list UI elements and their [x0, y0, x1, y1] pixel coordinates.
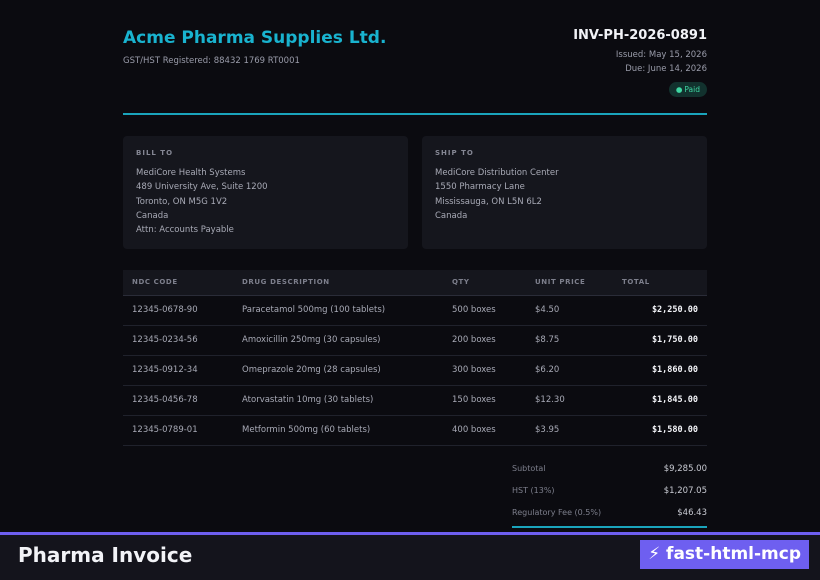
status-dot-icon: ● — [675, 85, 683, 94]
column-header-unit-price: UNIT PRICE — [535, 278, 586, 286]
cell-unit-price: $8.75 — [535, 335, 560, 345]
regulatory-fee-row: Regulatory Fee (0.5%) $46.43 — [504, 502, 707, 524]
status-label: Paid — [684, 85, 700, 94]
table-row: 12345-0912-34 Omeprazole 20mg (28 capsul… — [123, 356, 707, 386]
regulatory-fee-value: $46.43 — [677, 508, 707, 518]
footer-bar: Pharma Invoice ⚡ fast-html-mcp — [0, 532, 820, 580]
bill-to-line: Attn: Accounts Payable — [136, 225, 234, 236]
invoice-number: INV-PH-2026-0891 — [573, 28, 707, 43]
bill-to-card: BILL TO MediCore Health Systems 489 Univ… — [123, 136, 408, 249]
invoice-issued-date: Issued: May 15, 2026 — [615, 50, 707, 60]
summary-divider — [512, 526, 707, 528]
hst-value: $1,207.05 — [663, 486, 707, 496]
ship-to-card: SHIP TO MediCore Distribution Center 155… — [422, 136, 707, 249]
header-divider — [123, 113, 707, 115]
company-registration: GST/HST Registered: 88432 1769 RT0001 — [123, 56, 300, 66]
cell-ndc: 12345-0789-01 — [132, 425, 198, 435]
cell-description: Omeprazole 20mg (28 capsules) — [242, 365, 381, 375]
cell-description: Metformin 500mg (60 tablets) — [242, 425, 371, 435]
cell-total: $1,580.00 — [651, 425, 698, 435]
brand-badge: ⚡ fast-html-mcp — [640, 540, 809, 569]
status-badge: ● Paid — [668, 82, 707, 97]
table-row: 12345-0789-01 Metformin 500mg (60 tablet… — [123, 416, 707, 446]
regulatory-fee-label: Regulatory Fee (0.5%) — [512, 508, 602, 517]
cell-description: Atorvastatin 10mg (30 tablets) — [242, 395, 374, 405]
cell-ndc: 12345-0912-34 — [132, 365, 198, 375]
cell-qty: 500 boxes — [452, 305, 496, 315]
cell-total: $1,860.00 — [651, 365, 698, 375]
invoice-page: Acme Pharma Supplies Ltd. GST/HST Regist… — [0, 0, 820, 580]
cell-total: $1,845.00 — [651, 395, 698, 405]
company-name: Acme Pharma Supplies Ltd. — [123, 28, 387, 48]
cell-qty: 400 boxes — [452, 425, 496, 435]
ship-to-line: Canada — [435, 210, 468, 221]
cell-unit-price: $4.50 — [535, 305, 560, 315]
bill-to-line: MediCore Health Systems — [136, 168, 246, 178]
cell-unit-price: $12.30 — [535, 395, 565, 405]
subtotal-row: Subtotal $9,285.00 — [504, 458, 707, 480]
cell-qty: 300 boxes — [452, 365, 496, 375]
cell-unit-price: $6.20 — [535, 365, 560, 375]
cell-ndc: 12345-0456-78 — [132, 395, 198, 405]
cell-unit-price: $3.95 — [535, 425, 560, 435]
cell-total: $2,250.00 — [651, 305, 698, 315]
cell-total: $1,750.00 — [651, 335, 698, 345]
column-header-qty: QTY — [452, 278, 470, 286]
bill-to-line: Canada — [136, 210, 169, 221]
footer-title: Pharma Invoice — [18, 543, 193, 567]
subtotal-value: $9,285.00 — [663, 464, 707, 474]
subtotal-label: Subtotal — [512, 464, 546, 473]
ship-to-line: Mississauga, ON L5N 6L2 — [435, 196, 542, 207]
line-items-table: NDC CODE DRUG DESCRIPTION QTY UNIT PRICE… — [123, 270, 707, 446]
bill-to-line: Toronto, ON M5G 1V2 — [136, 196, 228, 207]
ship-to-title: SHIP TO — [435, 149, 474, 157]
hst-row: HST (13%) $1,207.05 — [504, 480, 707, 502]
hst-label: HST (13%) — [512, 486, 555, 495]
cell-qty: 150 boxes — [452, 395, 496, 405]
bill-to-line: 489 University Ave, Suite 1200 — [136, 182, 268, 193]
column-header-ndc: NDC CODE — [132, 278, 178, 286]
cell-qty: 200 boxes — [452, 335, 496, 345]
ship-to-line: MediCore Distribution Center — [435, 168, 559, 178]
totals-summary: Subtotal $9,285.00 HST (13%) $1,207.05 R… — [504, 458, 707, 528]
bill-to-title: BILL TO — [136, 149, 174, 157]
cell-description: Amoxicillin 250mg (30 capsules) — [242, 335, 381, 345]
table-row: 12345-0234-56 Amoxicillin 250mg (30 caps… — [123, 326, 707, 356]
column-header-total: TOTAL — [622, 278, 650, 286]
table-header: NDC CODE DRUG DESCRIPTION QTY UNIT PRICE… — [123, 270, 707, 296]
cell-ndc: 12345-0234-56 — [132, 335, 198, 345]
invoice-due-date: Due: June 14, 2026 — [625, 64, 707, 74]
column-header-description: DRUG DESCRIPTION — [242, 278, 330, 286]
cell-description: Paracetamol 500mg (100 tablets) — [242, 305, 386, 315]
table-row: 12345-0678-90 Paracetamol 500mg (100 tab… — [123, 296, 707, 326]
table-row: 12345-0456-78 Atorvastatin 10mg (30 tabl… — [123, 386, 707, 416]
ship-to-line: 1550 Pharmacy Lane — [435, 182, 525, 193]
cell-ndc: 12345-0678-90 — [132, 305, 198, 315]
